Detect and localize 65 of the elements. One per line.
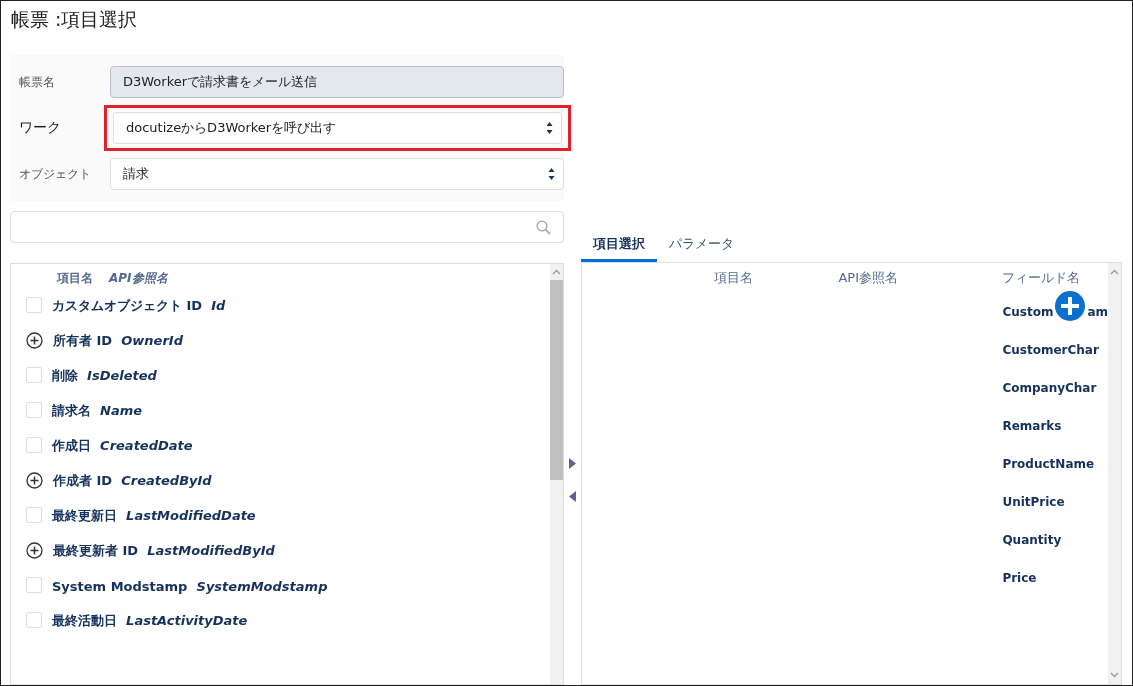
checkbox[interactable]	[26, 367, 42, 383]
expand-plus-icon[interactable]	[26, 471, 43, 489]
tab[interactable]: パラメータ	[657, 228, 747, 262]
search-field[interactable]	[10, 211, 564, 243]
readonly-field[interactable]: D3Workerで請求書をメール送信	[110, 66, 564, 98]
field-name: 作成日	[52, 438, 91, 453]
field-name: Quantity	[1002, 533, 1062, 547]
field-name: System Modstamp	[52, 578, 188, 594]
checkbox[interactable]	[26, 507, 42, 523]
move-left-icon[interactable]	[569, 491, 577, 502]
field-name: 削除	[52, 368, 78, 383]
api-name: OwnerId	[121, 333, 183, 348]
field-name: ProductName	[1002, 457, 1095, 471]
column-header: フィールド名	[1002, 269, 1082, 287]
select-field[interactable]: docutizeからD3Workerを呼び出す	[113, 112, 562, 144]
field-name: am	[1087, 305, 1108, 319]
column-header: 項目名	[714, 269, 755, 287]
page-title: 帳票 :項目選択	[11, 7, 139, 32]
field-name: CustomerChar	[1002, 343, 1099, 357]
checkbox[interactable]	[26, 402, 42, 418]
field-name: Remarks	[1002, 419, 1062, 433]
api-name: Id	[211, 298, 226, 313]
field-name: Price	[1002, 571, 1037, 585]
api-name: CreatedDate	[100, 438, 193, 453]
api-name: LastModifiedById	[147, 543, 275, 558]
field-name: 最終活動日	[52, 613, 117, 628]
checkbox[interactable]	[26, 437, 42, 453]
scroll-up-icon[interactable]	[552, 269, 561, 275]
expand-plus-icon[interactable]	[26, 331, 43, 349]
field-name: CompanyChar	[1002, 381, 1097, 395]
field-name: 最終更新者 ID	[53, 543, 139, 558]
field-name: 作成者 ID	[53, 473, 113, 488]
field-label: 帳票名	[18, 73, 56, 91]
select-field[interactable]: 請求	[110, 158, 564, 190]
api-name: SystemModstamp	[196, 578, 328, 594]
field-name: 最終更新日	[52, 508, 117, 523]
api-name: Name	[100, 403, 143, 418]
field-label: ワーク	[18, 119, 62, 137]
search-icon	[536, 219, 551, 235]
expand-plus-icon[interactable]	[26, 541, 43, 559]
tab[interactable]: 項目選択	[581, 228, 658, 262]
column-header: API参照名	[838, 269, 899, 287]
field-name: 所有者 ID	[53, 333, 113, 348]
move-right-icon[interactable]	[569, 458, 577, 469]
scrollbar[interactable]	[550, 264, 563, 684]
checkbox[interactable]	[26, 297, 42, 313]
column-header: API参照名	[109, 269, 168, 287]
field-name: カスタムオブジェクト ID	[52, 298, 203, 313]
checkbox[interactable]	[26, 612, 42, 628]
api-name: IsDeleted	[87, 368, 157, 383]
sort-arrows-icon	[546, 121, 553, 135]
api-name: LastActivityDate	[126, 613, 248, 628]
field-label: オブジェクト	[18, 165, 92, 183]
scroll-up-icon[interactable]	[1110, 269, 1119, 275]
sort-arrows-icon	[548, 167, 555, 181]
field-name: Custom	[1002, 305, 1054, 319]
field-name: 請求名	[52, 403, 91, 418]
scroll-down-icon[interactable]	[1110, 672, 1119, 678]
scrollbar[interactable]	[1108, 263, 1121, 684]
api-name: LastModifiedDate	[126, 508, 256, 523]
api-name: CreatedById	[121, 473, 212, 488]
field-name: UnitPrice	[1002, 495, 1065, 509]
add-icon[interactable]	[1055, 291, 1086, 321]
column-header: 項目名	[57, 269, 93, 287]
checkbox[interactable]	[26, 577, 42, 593]
